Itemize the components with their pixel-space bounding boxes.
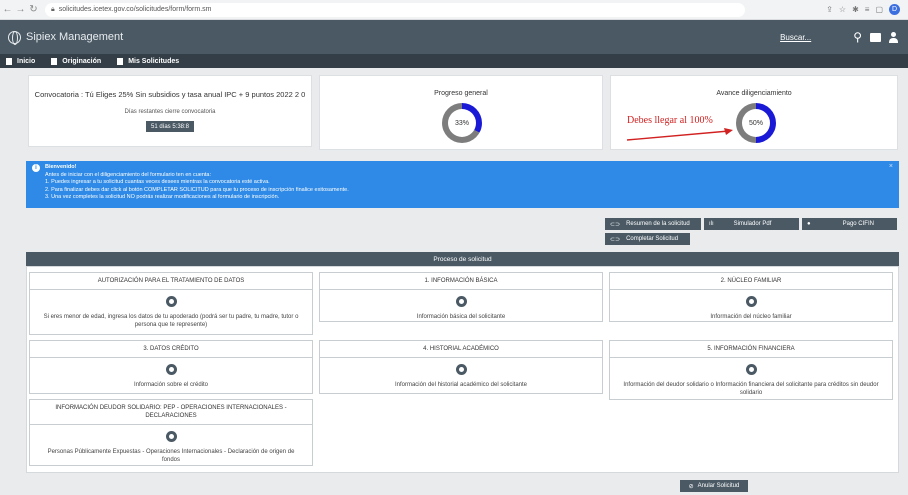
card-desc: Información del historial académico del …	[394, 382, 528, 388]
annotation-arrow-icon	[626, 128, 733, 141]
annotation-note: Debes llegar al 100%	[627, 115, 713, 126]
money-icon	[165, 364, 177, 375]
list-icon	[117, 57, 124, 65]
link-icon: ⊂⊃	[610, 236, 621, 243]
main-nav: Inicio Originación Mis Solicitudes	[0, 54, 908, 68]
chat-icon[interactable]	[870, 32, 881, 42]
search-link[interactable]: Buscar...	[780, 33, 811, 42]
avance-donut: 50%	[736, 103, 776, 143]
user-circle-icon	[455, 296, 467, 307]
days-remaining-badge: 51 días 5:38:8	[146, 121, 194, 132]
nav-item-mis-solicitudes[interactable]: Mis Solicitudes	[117, 57, 180, 65]
card-title: INFORMACIÓN DEUDOR SOLIDARIO: PEP - OPER…	[30, 400, 312, 425]
close-icon[interactable]: ×	[889, 163, 893, 171]
card-title: 2. NÚCLEO FAMILIAR	[610, 273, 892, 290]
app-logo[interactable]: Sipiex Management	[8, 30, 124, 45]
app-header: Sipiex Management Buscar... ⚲	[0, 20, 908, 54]
info-circle-icon: ●	[807, 221, 811, 227]
shield-icon	[165, 296, 177, 307]
alert-line: 1. Puedes ingresar a tu solicitud cuanta…	[45, 179, 270, 185]
button-label: Completar Solicitud	[626, 236, 679, 242]
card-desc: Si eres menor de edad, ingresa los datos…	[43, 314, 299, 328]
nav-label: Inicio	[17, 57, 36, 65]
simulador-pdf-button[interactable]: ılı Simulador Pdf	[704, 218, 799, 230]
progreso-title: Progreso general	[434, 90, 488, 97]
avance-title: Avance diligenciamiento	[716, 90, 792, 97]
card-desc: Información del deudor solidario o Infor…	[623, 382, 879, 396]
nav-label: Originación	[62, 57, 102, 65]
lock-icon: 🔒︎	[51, 5, 55, 13]
card-nucleo-familiar[interactable]: 2. NÚCLEO FAMILIAR Información del núcle…	[609, 272, 893, 322]
button-label: Resumen de la solicitud	[626, 221, 690, 227]
home-icon	[6, 57, 12, 65]
nav-label: Mis Solicitudes	[128, 57, 180, 65]
bar-chart-icon: ılı	[709, 221, 714, 227]
card-title: 1. INFORMACIÓN BÁSICA	[320, 273, 602, 290]
card-title: 4. HISTORIAL ACADÉMICO	[320, 341, 602, 358]
card-autorizacion-datos[interactable]: AUTORIZACIÓN PARA EL TRATAMIENTO DE DATO…	[29, 272, 313, 335]
alert-title: Bienvenido!	[45, 164, 77, 170]
card-deudor-solidario-pep[interactable]: INFORMACIÓN DEUDOR SOLIDARIO: PEP - OPER…	[29, 399, 313, 466]
avance-card: Avance diligenciamiento Debes llegar al …	[610, 75, 898, 150]
alert-line: 3. Una vez completes la solicitud NO pod…	[45, 194, 280, 200]
avance-value: 50%	[742, 109, 770, 137]
card-title: 3. DATOS CRÉDITO	[30, 341, 312, 358]
extensions-icon[interactable]: ✱	[852, 5, 859, 14]
alert-line: 2. Para finalizar debes dar click al bot…	[45, 186, 349, 193]
progreso-value: 33%	[448, 109, 476, 137]
person-icon	[165, 431, 177, 442]
nav-item-inicio[interactable]: Inicio	[6, 57, 36, 65]
window-icon[interactable]: ▢	[875, 5, 883, 14]
progreso-general-card: Progreso general 33%	[319, 75, 603, 150]
document-icon	[51, 57, 58, 65]
card-desc: Personas Públicamente Expuestas - Operac…	[47, 449, 295, 463]
user-icon[interactable]	[889, 31, 898, 43]
button-label: Pago CIFIN	[842, 221, 874, 227]
pago-cifin-button[interactable]: ● Pago CIFIN	[802, 218, 897, 230]
convocatoria-title: Convocatoria : Tú Eliges 25% Sin subsidi…	[34, 90, 306, 99]
app-name: Sipiex Management	[26, 31, 124, 43]
welcome-alert: i Bienvenido! Antes de iniciar con el di…	[26, 161, 899, 208]
alert-intro: Antes de iniciar con el diligenciamiento…	[45, 171, 212, 178]
resumen-solicitud-button[interactable]: ⊂⊃ Resumen de la solicitud	[605, 218, 701, 230]
pie-chart-icon	[745, 364, 757, 375]
link-icon: ⊂⊃	[610, 221, 621, 228]
reload-icon[interactable]: ↻	[28, 4, 39, 15]
url-text: solicitudes.icetex.gov.co/solicitudes/fo…	[58, 6, 212, 13]
convocatoria-card: Convocatoria : Tú Eliges 25% Sin subsidi…	[28, 75, 312, 147]
menu-list-icon[interactable]: ≡	[865, 5, 870, 14]
browser-toolbar: ← → ↻ 🔒︎ solicitudes.icetex.gov.co/solic…	[0, 0, 908, 20]
button-label: Anular Solicitud	[697, 483, 740, 489]
info-icon: i	[32, 164, 40, 172]
globe-icon	[8, 30, 21, 45]
days-remaining-label: Días restantes cierre convocatoria	[124, 109, 216, 115]
card-datos-credito[interactable]: 3. DATOS CRÉDITO Información sobre el cr…	[29, 340, 313, 394]
card-desc: Información básica del solicitante	[416, 314, 506, 320]
address-bar[interactable]: 🔒︎ solicitudes.icetex.gov.co/solicitudes…	[45, 2, 745, 17]
search-icon[interactable]: ⚲	[853, 30, 862, 44]
button-label: Simulador Pdf	[733, 221, 772, 227]
card-informacion-financiera[interactable]: 5. INFORMACIÓN FINANCIERA Información de…	[609, 340, 893, 400]
card-desc: Información del núcleo familiar	[710, 314, 792, 320]
card-informacion-basica[interactable]: 1. INFORMACIÓN BÁSICA Información básica…	[319, 272, 603, 322]
card-historial-academico[interactable]: 4. HISTORIAL ACADÉMICO Información del h…	[319, 340, 603, 394]
profile-avatar[interactable]: D	[889, 4, 900, 15]
card-desc: Información sobre el crédito	[133, 382, 209, 388]
home-circle-icon	[745, 296, 757, 307]
card-title: AUTORIZACIÓN PARA EL TRATAMIENTO DE DATO…	[30, 273, 312, 290]
graduation-icon	[455, 364, 467, 375]
forward-icon[interactable]: →	[15, 4, 26, 15]
card-title: 5. INFORMACIÓN FINANCIERA	[610, 341, 892, 358]
completar-solicitud-button[interactable]: ⊂⊃ Completar Solicitud	[605, 233, 690, 245]
proceso-header: Proceso de solicitud	[26, 252, 899, 266]
share-icon[interactable]: ⇪	[826, 5, 833, 14]
nav-item-originacion[interactable]: Originación	[51, 57, 102, 65]
anular-solicitud-button[interactable]: ⊘ Anular Solicitud	[680, 480, 748, 492]
star-icon[interactable]: ☆	[839, 5, 846, 14]
progreso-donut: 33%	[442, 103, 482, 143]
cancel-icon: ⊘	[688, 483, 694, 490]
back-icon[interactable]: ←	[2, 4, 13, 15]
